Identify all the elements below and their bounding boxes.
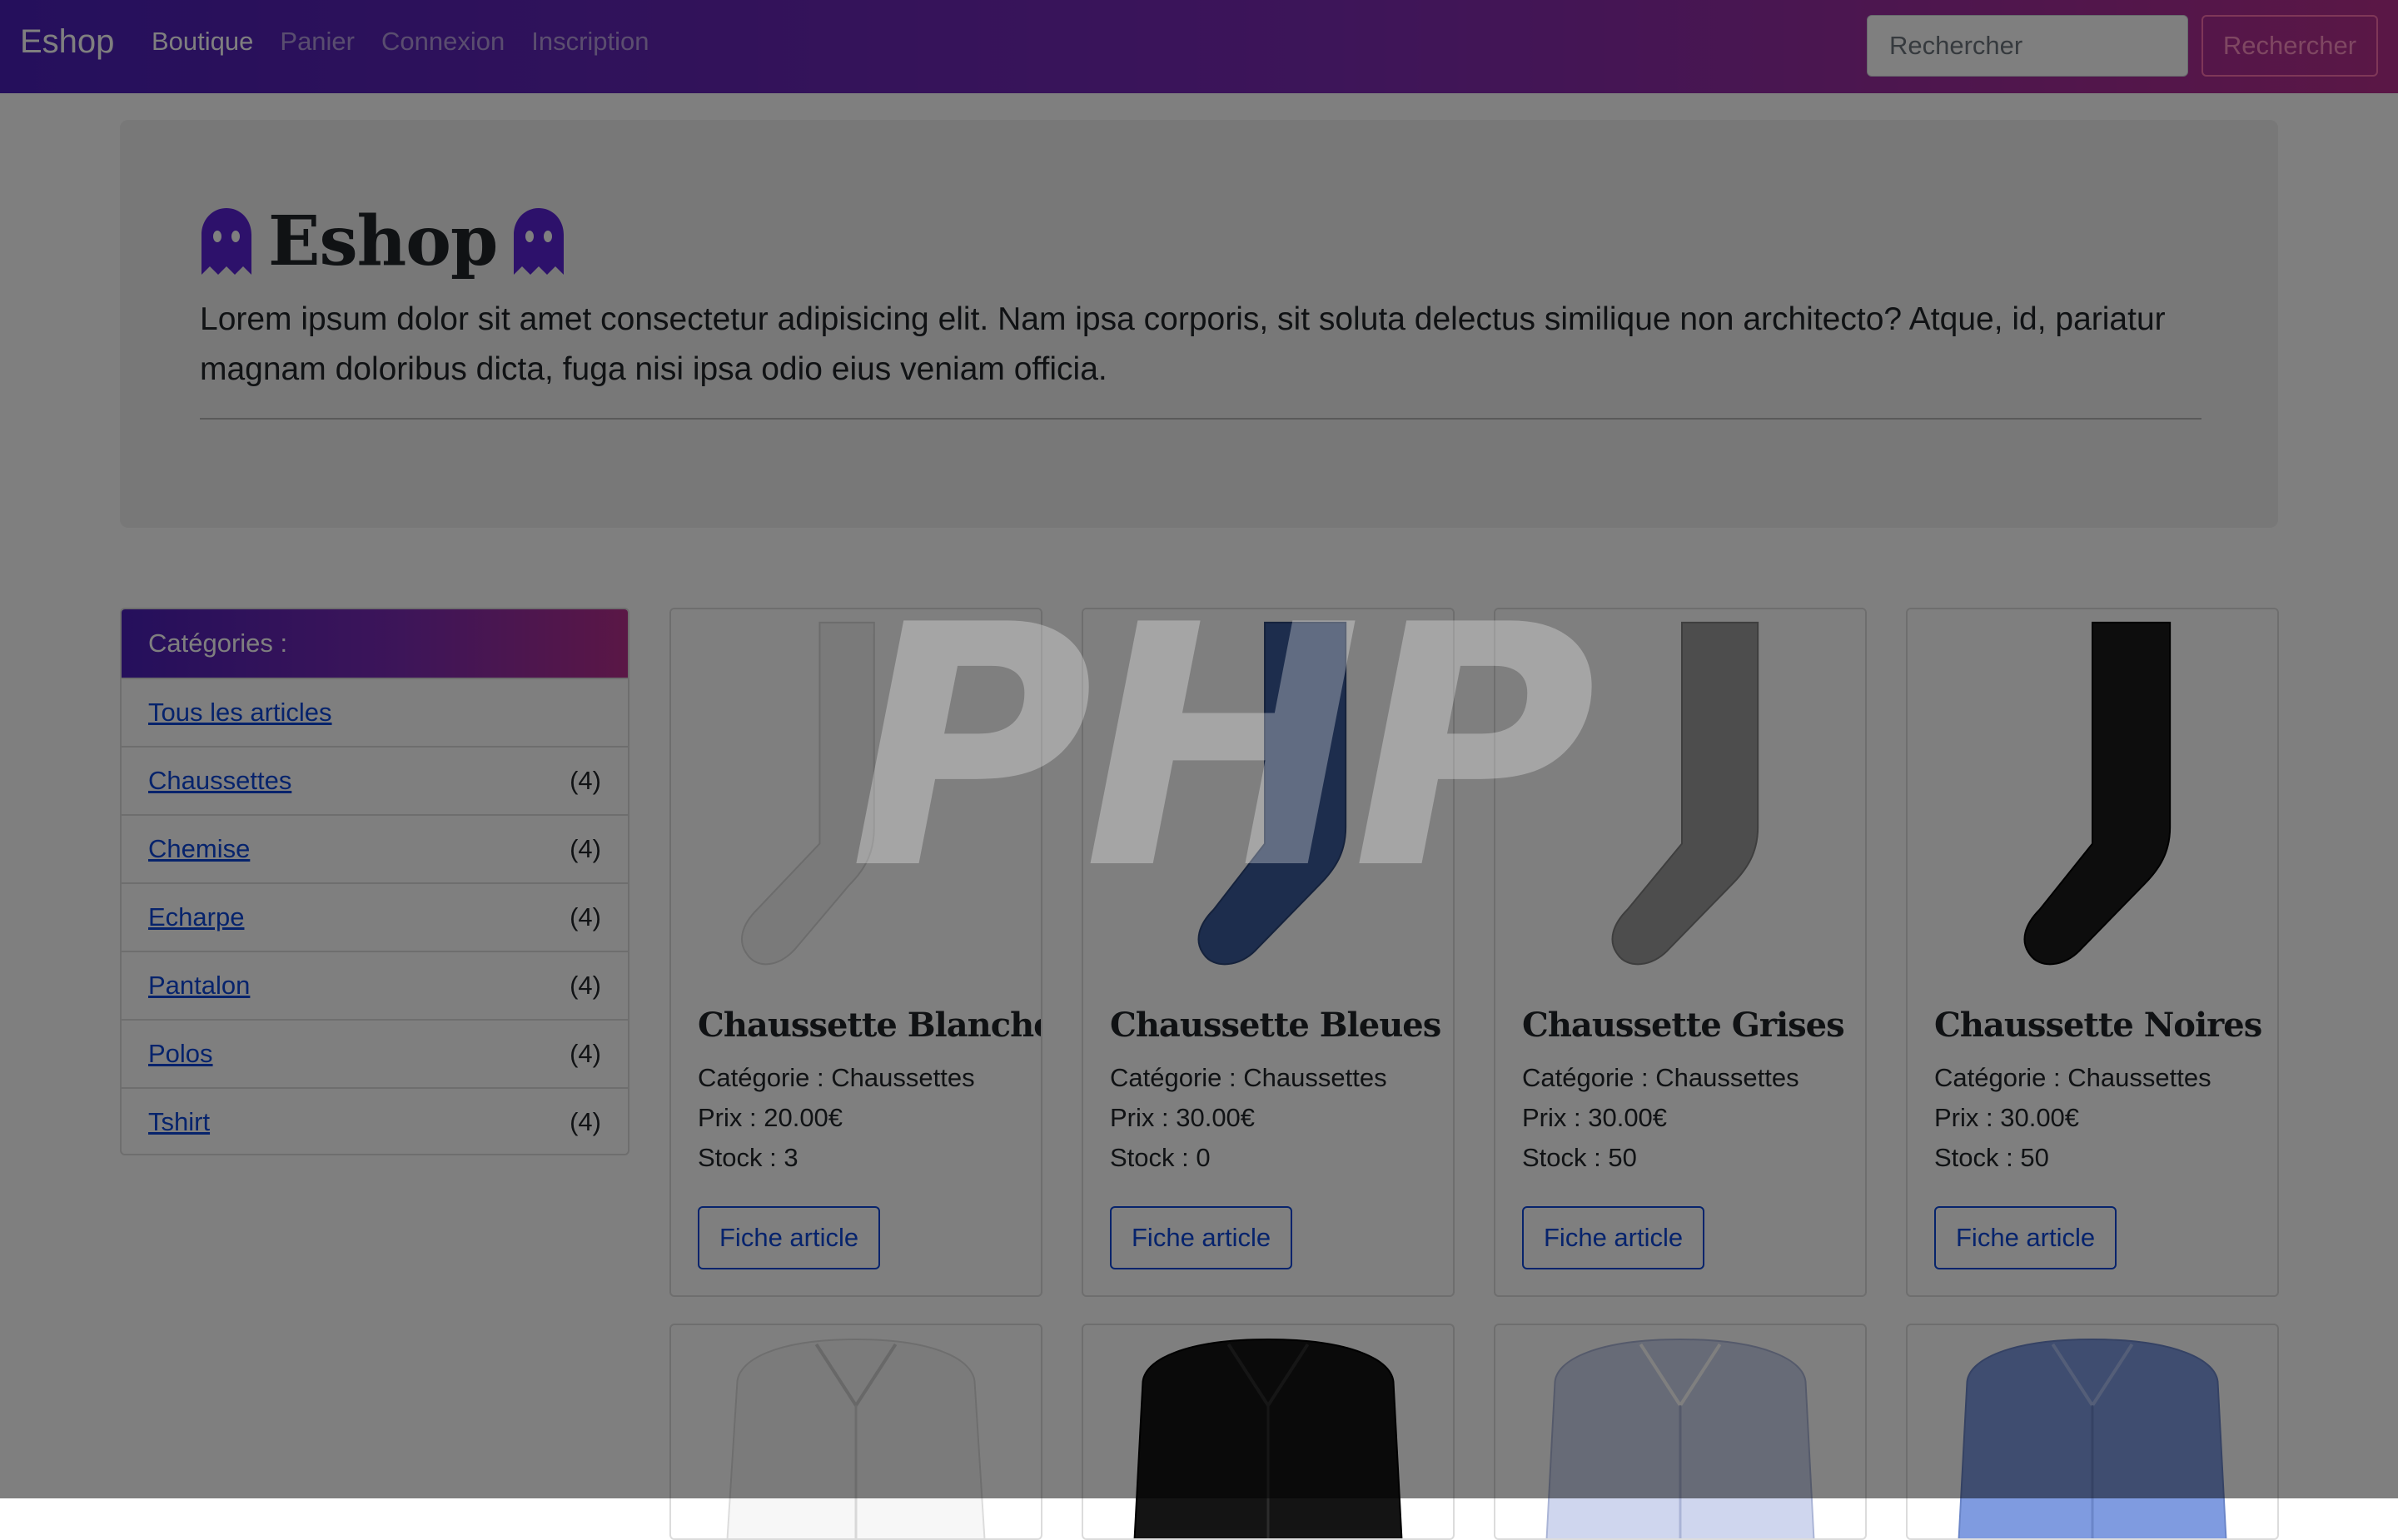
category-item-all: Tous les articles [122, 678, 628, 746]
product-category: Catégorie : Chaussettes [1934, 1063, 2211, 1092]
product-card [1494, 1324, 1867, 1540]
product-body: Chaussette Grises Catégorie : Chaussette… [1495, 981, 1865, 1294]
search-input[interactable] [1867, 15, 2188, 77]
category-item: Chaussettes (4) [122, 746, 628, 814]
sock-shape [1197, 621, 1347, 966]
product-card: Chaussette Blanches Catégorie : Chausset… [669, 608, 1042, 1297]
product-stock: Stock : 3 [698, 1143, 799, 1172]
ghost-icon [201, 208, 251, 275]
product-category: Catégorie : Chaussettes [1110, 1063, 1387, 1092]
category-count: (4) [570, 1107, 601, 1136]
category-count: (4) [570, 971, 601, 1000]
product-image[interactable] [671, 1325, 1041, 1540]
product-name: Chaussette Blanches [698, 1006, 1042, 1045]
product-card: Chaussette Grises Catégorie : Chaussette… [1494, 608, 1867, 1297]
product-detail-button[interactable]: Fiche article [698, 1206, 881, 1269]
product-name: Chaussette Noires [1934, 1006, 2262, 1045]
product-price: Prix : 30.00€ [1522, 1103, 1668, 1132]
category-link-all[interactable]: Tous les articles [148, 698, 332, 728]
product-name: Chaussette Bleues [1110, 1006, 1441, 1045]
category-link-pantalon[interactable]: Pantalon [148, 971, 250, 1001]
product-body: Chaussette Noires Catégorie : Chaussette… [1908, 981, 2277, 1294]
nav-link-boutique[interactable]: Boutique [152, 27, 253, 57]
product-detail-button[interactable]: Fiche article [1110, 1206, 1293, 1269]
category-link-chaussettes[interactable]: Chaussettes [148, 766, 291, 796]
hero-title-text: Eshop [268, 201, 498, 281]
product-detail-button[interactable]: Fiche article [1934, 1206, 2117, 1269]
category-count: (4) [570, 766, 601, 795]
product-stock: Stock : 0 [1110, 1143, 1211, 1172]
product-body: Chaussette Bleues Catégorie : Chaussette… [1083, 981, 1453, 1294]
product-price: Prix : 20.00€ [698, 1103, 843, 1132]
category-header: Catégories : [122, 609, 628, 678]
product-category: Catégorie : Chaussettes [1522, 1063, 1799, 1092]
product-stock: Stock : 50 [1522, 1143, 1637, 1172]
category-link-polos[interactable]: Polos [148, 1039, 213, 1069]
category-count: (4) [570, 902, 601, 931]
product-card [1906, 1324, 2279, 1540]
brand-logo[interactable]: Eshop [20, 23, 114, 61]
category-item: Tshirt (4) [122, 1087, 628, 1154]
product-category: Catégorie : Chaussettes [698, 1063, 975, 1092]
product-stock: Stock : 50 [1934, 1143, 2049, 1172]
product-image[interactable] [1083, 1325, 1453, 1540]
nav-link-connexion[interactable]: Connexion [381, 27, 505, 57]
hero-description: Lorem ipsum dolor sit amet consectetur a… [200, 301, 2166, 387]
sock-shape [2023, 621, 2172, 966]
category-item: Pantalon (4) [122, 951, 628, 1019]
navbar: Eshop Boutique Panier Connexion Inscript… [0, 0, 2398, 93]
product-image[interactable] [1908, 609, 2277, 981]
product-card: Chaussette Noires Catégorie : Chaussette… [1906, 608, 2279, 1297]
product-image[interactable] [1083, 609, 1453, 981]
product-card: Chaussette Bleues Catégorie : Chaussette… [1082, 608, 1455, 1297]
nav-link-panier[interactable]: Panier [280, 27, 355, 57]
divider [200, 418, 2201, 420]
product-body: Chaussette Blanches Catégorie : Chausset… [671, 981, 1041, 1294]
product-detail-button[interactable]: Fiche article [1522, 1206, 1705, 1269]
category-link-tshirt[interactable]: Tshirt [148, 1107, 210, 1137]
search-button[interactable]: Rechercher [2201, 15, 2378, 77]
nav-link-inscription[interactable]: Inscription [531, 27, 649, 57]
product-price: Prix : 30.00€ [1934, 1103, 2080, 1132]
product-image[interactable] [671, 609, 1041, 981]
sock-shape [741, 621, 875, 966]
product-image[interactable] [1495, 609, 1865, 981]
product-card [1082, 1324, 1455, 1540]
nav-links: Boutique Panier Connexion Inscription [152, 27, 649, 57]
product-price: Prix : 30.00€ [1110, 1103, 1256, 1132]
category-count: (4) [570, 1039, 601, 1068]
product-card [669, 1324, 1042, 1540]
category-item: Echarpe (4) [122, 882, 628, 951]
category-count: (4) [570, 834, 601, 863]
product-image[interactable] [1495, 1325, 1865, 1540]
ghost-icon [514, 208, 565, 275]
category-item: Chemise (4) [122, 814, 628, 882]
category-link-chemise[interactable]: Chemise [148, 834, 250, 864]
page-title: Eshop [200, 200, 565, 283]
product-image[interactable] [1908, 1325, 2277, 1540]
category-link-echarpe[interactable]: Echarpe [148, 902, 244, 932]
sock-shape [1611, 621, 1759, 966]
category-list: Catégories : Tous les articles Chaussett… [120, 608, 629, 1155]
category-item: Polos (4) [122, 1019, 628, 1087]
hero-banner: Eshop Lorem ipsum dolor sit amet consect… [120, 120, 2278, 528]
product-name: Chaussette Grises [1522, 1006, 1845, 1045]
